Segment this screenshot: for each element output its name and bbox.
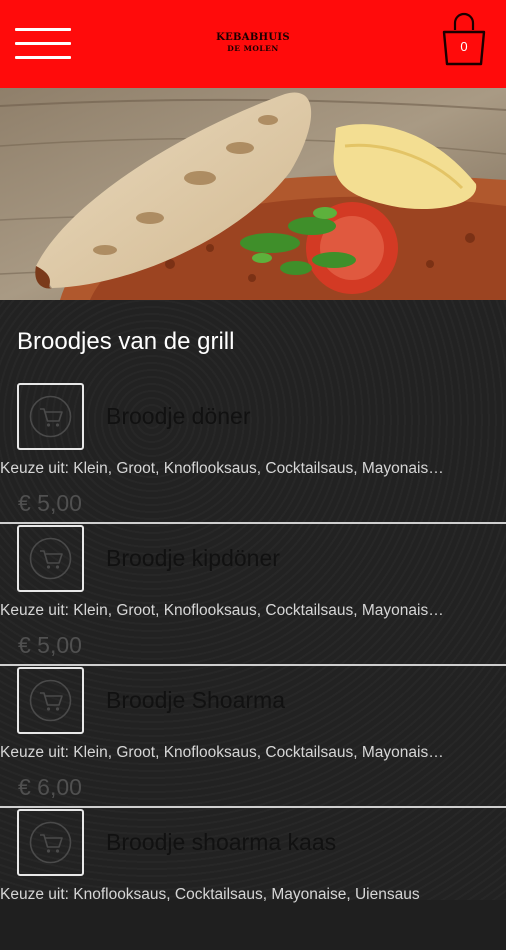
product-price: € 6,00 — [18, 774, 82, 800]
product-card[interactable]: Broodje döner Keuze uit: Klein, Groot, K… — [0, 383, 506, 524]
add-to-cart-icon — [29, 679, 72, 722]
add-to-cart-icon — [29, 537, 72, 580]
logo-subtitle: DE MOLEN — [227, 44, 279, 53]
product-description: Keuze uit: Klein, Groot, Knoflooksaus, C… — [0, 460, 452, 477]
add-to-cart-button[interactable] — [17, 809, 84, 876]
add-to-cart-icon — [29, 821, 72, 864]
menu-line — [15, 42, 71, 45]
product-name: Broodje döner — [106, 403, 251, 429]
product-description: Keuze uit: Knoflooksaus, Cocktailsaus, M… — [0, 886, 420, 903]
product-card[interactable]: Broodje Shoarma Keuze uit: Klein, Groot,… — [0, 667, 506, 808]
product-name: Broodje kipdöner — [106, 545, 280, 571]
cart-count-badge: 0 — [460, 39, 468, 54]
add-to-cart-button[interactable] — [17, 525, 84, 592]
product-price: € 5,00 — [18, 632, 82, 658]
add-to-cart-icon — [29, 395, 72, 438]
product-description: Keuze uit: Klein, Groot, Knoflooksaus, C… — [0, 602, 452, 619]
product-description: Keuze uit: Klein, Groot, Knoflooksaus, C… — [0, 744, 452, 761]
hero-banner-image — [0, 88, 506, 300]
top-bar: KEBABHUIS DE MOLEN 0 — [0, 0, 506, 88]
product-card[interactable]: Broodje kipdöner Keuze uit: Klein, Groot… — [0, 525, 506, 666]
logo[interactable]: KEBABHUIS DE MOLEN — [205, 33, 301, 53]
product-name: Broodje Shoarma — [106, 687, 285, 713]
menu-line — [15, 56, 71, 59]
add-to-cart-button[interactable] — [17, 383, 84, 450]
logo-title: KEBABHUIS — [216, 32, 290, 43]
product-list-area: Broodjes van de grill Broodje döner Keuz… — [0, 300, 506, 903]
product-name: Broodje shoarma kaas — [106, 829, 337, 855]
menu-line — [15, 28, 71, 31]
hamburger-menu-icon[interactable] — [15, 26, 71, 62]
cart-button[interactable]: 0 — [440, 12, 488, 68]
add-to-cart-button[interactable] — [17, 667, 84, 734]
product-price: € 5,00 — [18, 490, 82, 516]
category-title: Broodjes van de grill — [17, 328, 235, 355]
product-card[interactable]: Broodje shoarma kaas Keuze uit: Knoflook… — [0, 809, 506, 950]
